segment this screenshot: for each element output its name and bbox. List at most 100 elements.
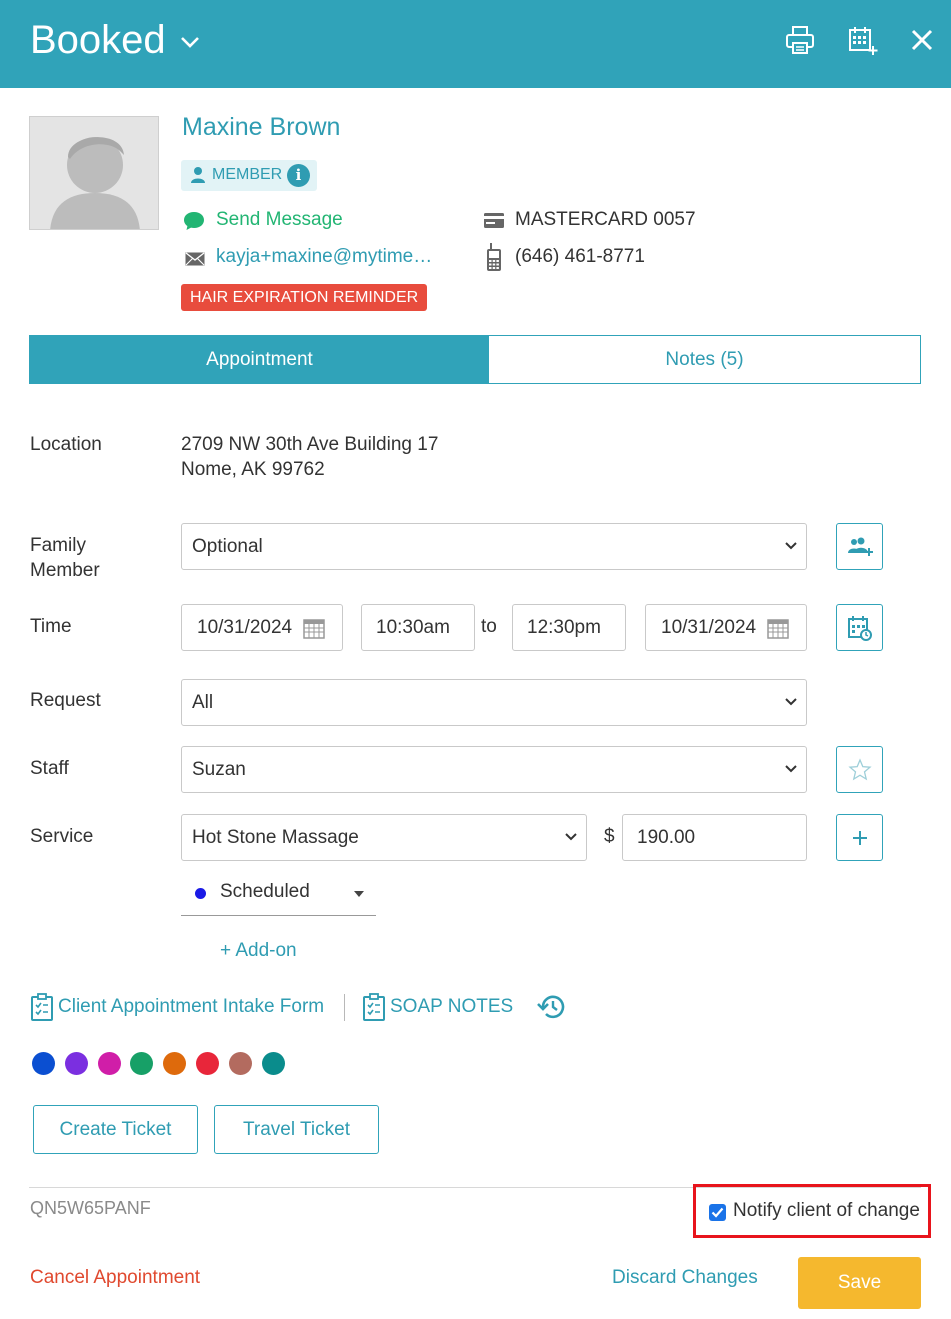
family-member-label-line-1: Family [30,535,86,556]
family-member-select[interactable]: Optional [181,523,807,570]
checkmark-icon [711,1207,724,1218]
calendar-icon[interactable] [302,616,326,640]
email-address: kayja+maxine@mytime… [216,246,433,267]
service-label: Service [30,826,94,847]
request-select[interactable]: All [181,679,807,726]
family-member-label-line-2: Member [30,560,100,581]
currency-symbol: $ [604,826,615,847]
color-swatch-brown[interactable] [229,1052,252,1075]
end-time-value: 12:30pm [527,617,601,638]
color-swatch-green[interactable] [130,1052,153,1075]
end-time-input[interactable]: 12:30pm [512,604,626,651]
family-member-label: Family Member [30,533,100,583]
printer-icon[interactable] [784,24,816,56]
clipboard-check-icon [363,993,385,1021]
group-add-icon [848,537,873,556]
staff-value: Suzan [192,759,246,780]
membership-label: MEMBER [212,166,283,183]
service-select[interactable]: Hot Stone Massage [181,814,587,861]
divider [344,994,345,1021]
save-button[interactable]: Save [798,1257,921,1309]
start-time-value: 10:30am [376,617,450,638]
staff-label: Staff [30,758,69,779]
status-value: Scheduled [220,881,310,902]
color-swatch-blue[interactable] [32,1052,55,1075]
tab-notes[interactable]: Notes (5) [489,336,920,383]
card-label: MASTERCARD 0057 [515,209,696,230]
tab-appointment[interactable]: Appointment [30,336,489,383]
soap-notes-label: SOAP NOTES [390,996,514,1017]
chevron-down-icon[interactable] [178,30,202,54]
plus-icon [853,831,867,845]
location-line-2: Nome, AK 99762 [181,459,325,480]
create-ticket-button[interactable]: Create Ticket [33,1105,198,1154]
to-label: to [481,616,497,637]
calendar-add-icon[interactable] [846,24,878,56]
phone-label: (646) 461-8771 [515,246,645,267]
chevron-down-icon [785,698,797,706]
location-label: Location [30,434,102,455]
close-icon[interactable] [906,24,938,56]
travel-ticket-button[interactable]: Travel Ticket [214,1105,379,1154]
staff-select[interactable]: Suzan [181,746,807,793]
calendar-repeat-icon [848,616,872,641]
family-member-value: Optional [192,536,263,557]
notify-client-option: Notify client of change [693,1184,931,1238]
membership-badge: MEMBER i [181,160,317,191]
header-bar: Booked [0,0,951,88]
request-label: Request [30,690,101,711]
avatar [29,116,159,230]
status-title[interactable]: Booked [30,18,166,63]
chevron-down-icon [785,542,797,550]
reminder-tag: HAIR EXPIRATION REMINDER [181,284,428,311]
end-date-input[interactable]: 10/31/2024 [645,604,807,651]
appointment-code: QN5W65PANF [30,1198,151,1218]
info-icon[interactable]: i [287,164,310,187]
discard-changes-button[interactable]: Discard Changes [612,1267,758,1289]
add-on-link[interactable]: + Add-on [220,940,297,962]
color-swatch-orange[interactable] [163,1052,186,1075]
calendar-icon[interactable] [766,616,790,640]
add-family-member-button[interactable] [836,523,883,570]
start-time-input[interactable]: 10:30am [361,604,475,651]
intake-form-label: Client Appointment Intake Form [58,996,325,1017]
phone-icon [487,243,501,271]
notify-client-checkbox[interactable] [709,1204,726,1221]
start-date-value: 10/31/2024 [197,617,293,638]
person-icon [191,167,205,183]
appointment-status-select[interactable]: Scheduled [181,876,376,916]
add-service-button[interactable] [836,814,883,861]
price-value: 190.00 [637,827,696,848]
cancel-appointment-button[interactable]: Cancel Appointment [30,1267,200,1289]
tab-bar: Appointment Notes (5) [29,335,921,384]
envelope-icon [185,252,205,266]
recurring-schedule-button[interactable] [836,604,883,651]
client-name[interactable]: Maxine Brown [182,113,340,142]
location-value: 2709 NW 30th Ave Building 17 Nome, AK 99… [181,432,438,482]
history-icon[interactable] [536,992,568,1022]
avatar-silhouette-icon [50,137,140,229]
star-icon [848,758,872,781]
credit-card-icon [484,213,504,228]
color-swatch-magenta[interactable] [98,1052,121,1075]
color-swatch-teal[interactable] [262,1052,285,1075]
color-swatch-purple[interactable] [65,1052,88,1075]
service-value: Hot Stone Massage [192,827,359,848]
favorite-staff-button[interactable] [836,746,883,793]
caret-down-icon [354,891,364,897]
email-link[interactable]: kayja+maxine@mytime… [185,245,445,271]
price-input[interactable]: 190.00 [622,814,807,861]
request-value: All [192,692,214,713]
time-label: Time [30,616,72,637]
chevron-down-icon [785,765,797,773]
clipboard-check-icon [31,993,53,1021]
color-swatch-red[interactable] [196,1052,219,1075]
chevron-down-icon [565,833,577,841]
chat-bubble-icon [184,212,204,230]
end-date-value: 10/31/2024 [661,617,757,638]
status-dot-icon [195,888,206,899]
location-line-1: 2709 NW 30th Ave Building 17 [181,434,439,455]
send-message-label: Send Message [216,209,343,230]
start-date-input[interactable]: 10/31/2024 [181,604,343,651]
notify-client-label[interactable]: Notify client of change [733,1200,920,1222]
